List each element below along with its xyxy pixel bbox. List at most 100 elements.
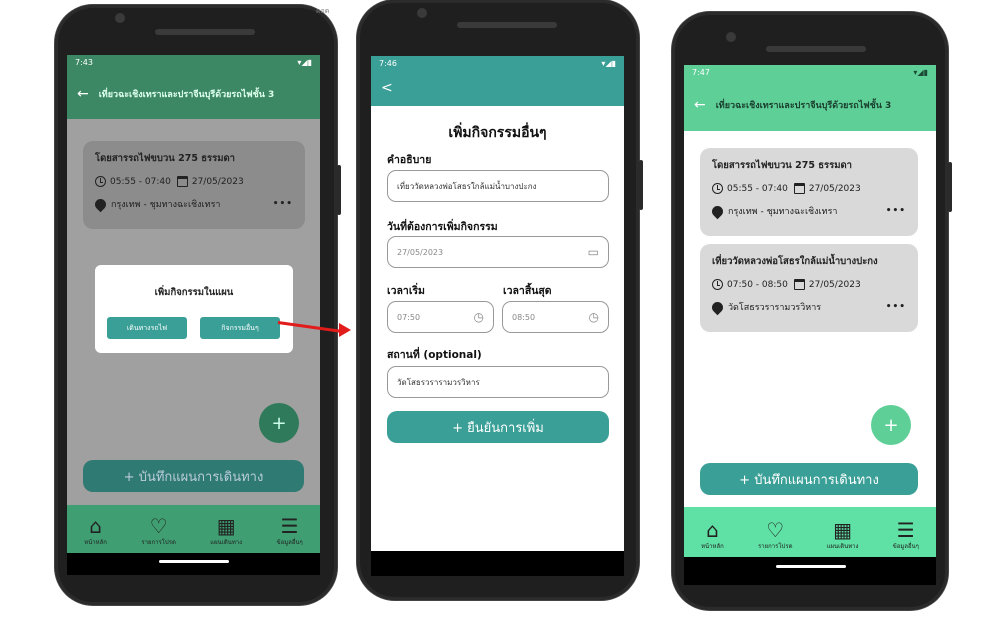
- card-date: 27/05/2023: [808, 183, 861, 194]
- home-icon: ⌂: [89, 514, 102, 538]
- phone-frame-1: 7:43 ▾◢▮ ← เที่ยวฉะเชิงเทราและปราจีนบุรี…: [55, 5, 341, 605]
- nav-label: ข้อมูลอื่นๆ: [892, 543, 919, 550]
- more-options-icon[interactable]: •••: [886, 206, 906, 216]
- other-activity-button[interactable]: กิจกรรมอื่นๆ: [200, 317, 280, 339]
- app-bar-title: เที่ยวฉะเชิงเทราและปราจีนบุรีด้วยรถไฟชั้…: [98, 90, 275, 100]
- place-input[interactable]: วัดโสธรวรารามวรวิหาร: [387, 366, 609, 398]
- activity-date-value: 27/05/2023: [397, 247, 444, 257]
- front-camera: [417, 8, 427, 18]
- save-plan-button[interactable]: + บันทึกแผนการเดินทาง: [700, 463, 918, 495]
- earpiece-speaker: [155, 29, 255, 35]
- card-title: โดยสารรถไฟขบวน 275 ธรรมดา: [712, 160, 852, 171]
- train-travel-button[interactable]: เดินทางรถไฟ: [107, 317, 187, 339]
- more-options-icon[interactable]: •••: [886, 302, 906, 312]
- card-route: กรุงเทพ - ชุมทางฉะเชิงเทรา: [111, 200, 221, 210]
- status-icons: ▾◢▮: [297, 57, 312, 67]
- nav-home[interactable]: ⌂ หน้าหลัก: [701, 519, 724, 551]
- card-title: เที่ยววัดหลวงพ่อโสธรใกล้แม่น้ำบางปะกง: [712, 256, 878, 267]
- status-time: 7:43: [75, 57, 93, 67]
- activity-date-label: วันที่ต้องการเพิ่มกิจกรรม: [387, 221, 498, 233]
- clock-icon[interactable]: ◷: [474, 310, 484, 324]
- card-time-row: 05:55 - 07:40 27/05/2023: [712, 183, 906, 194]
- nav-more-info[interactable]: ☰ ข้อมูลอื่นๆ: [277, 515, 303, 547]
- confirm-add-button[interactable]: + ยืนยันการเพิ่ม: [387, 411, 609, 443]
- place-label: สถานที่ (optional): [387, 349, 482, 361]
- nav-plans[interactable]: ▦ แผนเดินทาง: [210, 515, 242, 547]
- home-indicator[interactable]: [776, 565, 846, 568]
- home-icon: ⌂: [706, 518, 719, 542]
- earpiece-speaker: [766, 46, 866, 52]
- screen-1: 7:43 ▾◢▮ ← เที่ยวฉะเชิงเทราและปราจีนบุรี…: [67, 55, 320, 575]
- card-route-row: กรุงเทพ - ชุมทางฉะเชิงเทรา •••: [92, 196, 293, 212]
- heart-icon: ♡: [149, 514, 168, 538]
- card-route: กรุงเทพ - ชุมทางฉะเชิงเทรา: [728, 207, 838, 217]
- menu-icon: ☰: [896, 518, 915, 542]
- location-pin-icon: [709, 299, 726, 315]
- back-arrow-icon[interactable]: ←: [67, 86, 99, 102]
- card-time: 05:55 - 07:40: [110, 176, 171, 187]
- save-plan-button[interactable]: + บันทึกแผนการเดินทาง: [83, 460, 304, 492]
- nav-label: รายการโปรด: [757, 543, 793, 550]
- phone-frame-2: 7:46 ▾◢▮ < เพิ่มกิจกรรมอื่นๆ คำอธิบาย เท…: [357, 0, 643, 600]
- nav-label: หน้าหลัก: [84, 539, 107, 546]
- status-bar: 7:46 ▾◢▮: [371, 56, 624, 70]
- clock-icon: [712, 183, 723, 194]
- description-input[interactable]: เที่ยววัดหลวงพ่อโสธรใกล้แม่น้ำบางปะกง: [387, 170, 609, 202]
- card-time: 07:50 - 08:50: [727, 279, 788, 290]
- activity-date-input[interactable]: 27/05/2023 ▭: [387, 236, 609, 268]
- card-route-row: กรุงเทพ - ชุมทางฉะเชิงเทรา •••: [709, 203, 906, 219]
- activity-card[interactable]: เที่ยววัดหลวงพ่อโสธรใกล้แม่น้ำบางปะกง 07…: [700, 244, 918, 332]
- calendar-icon: [793, 183, 805, 194]
- card-route: วัดโสธรวรารามวรวิหาร: [728, 303, 822, 313]
- side-button: [639, 160, 643, 210]
- system-nav-bar: [371, 551, 624, 576]
- heart-icon: ♡: [766, 518, 785, 542]
- screen-2: 7:46 ▾◢▮ < เพิ่มกิจกรรมอื่นๆ คำอธิบาย เท…: [371, 56, 624, 576]
- back-chevron-icon[interactable]: <: [371, 80, 403, 96]
- front-camera: [726, 32, 736, 42]
- nav-more-info[interactable]: ☰ ข้อมูลอื่นๆ: [893, 519, 919, 551]
- app-bar: ← เที่ยวฉะเชิงเทราและปราจีนบุรีด้วยรถไฟช…: [67, 69, 320, 119]
- activity-card[interactable]: โดยสารรถไฟขบวน 275 ธรรมดา 05:55 - 07:40 …: [83, 141, 305, 229]
- nav-plans[interactable]: ▦ แผนเดินทาง: [827, 519, 859, 551]
- earpiece-speaker: [457, 22, 557, 28]
- dialog-title: เพิ่มกิจกรรมในแผน: [154, 287, 234, 298]
- plus-icon: +: [883, 414, 899, 436]
- activity-card[interactable]: โดยสารรถไฟขบวน 275 ธรรมดา 05:55 - 07:40 …: [700, 148, 918, 236]
- clock-icon: [95, 176, 106, 187]
- card-date: 27/05/2023: [191, 176, 244, 187]
- flow-arrow-head: [339, 323, 351, 337]
- home-indicator[interactable]: [159, 560, 229, 563]
- more-options-icon[interactable]: •••: [273, 199, 293, 209]
- status-bar: 7:43 ▾◢▮: [67, 55, 320, 69]
- system-nav-bar: [684, 557, 936, 585]
- nav-label: แผนเดินทาง: [826, 543, 859, 550]
- nav-home[interactable]: ⌂ หน้าหลัก: [84, 515, 107, 547]
- start-time-label: เวลาเริ่ม: [387, 285, 425, 297]
- add-fab[interactable]: +: [259, 403, 299, 443]
- map-icon: ▦: [216, 514, 236, 538]
- end-time-value: 08:50: [512, 312, 536, 322]
- end-time-input[interactable]: 08:50 ◷: [502, 301, 609, 333]
- nav-favorites[interactable]: ♡ รายการโปรด: [758, 519, 792, 551]
- calendar-icon: [793, 279, 805, 290]
- calendar-icon: [176, 176, 188, 187]
- clock-icon[interactable]: ◷: [589, 310, 599, 324]
- nav-favorites[interactable]: ♡ รายการโปรด: [141, 515, 175, 547]
- bottom-nav: ⌂ หน้าหลัก ♡ รายการโปรด ▦ แผนเดินทาง ☰ ข้อมู…: [684, 507, 936, 557]
- end-time-label: เวลาสิ้นสุด: [503, 285, 552, 297]
- description-value: เที่ยววัดหลวงพ่อโสธรใกล้แม่น้ำบางปะกง: [397, 181, 537, 191]
- app-bar-title: เที่ยวฉะเชิงเทราและปราจีนบุรีด้วยรถไฟชั้…: [715, 101, 892, 111]
- card-time-row: 07:50 - 08:50 27/05/2023: [712, 279, 906, 290]
- calendar-icon[interactable]: ▭: [588, 245, 599, 259]
- side-button: [337, 165, 341, 215]
- status-bar: 7:47 ▾◢▮: [684, 65, 936, 79]
- card-route-row: วัดโสธรวรารามวรวิหาร •••: [709, 299, 906, 315]
- add-fab[interactable]: +: [871, 405, 911, 445]
- screen-3: 7:47 ▾◢▮ ← เที่ยวฉะเชิงเทราและปราจีนบุรี…: [684, 65, 936, 585]
- back-arrow-icon[interactable]: ←: [684, 97, 716, 113]
- start-time-value: 07:50: [397, 312, 421, 322]
- card-date: 27/05/2023: [808, 279, 861, 290]
- start-time-input[interactable]: 07:50 ◷: [387, 301, 494, 333]
- clock-icon: [712, 279, 723, 290]
